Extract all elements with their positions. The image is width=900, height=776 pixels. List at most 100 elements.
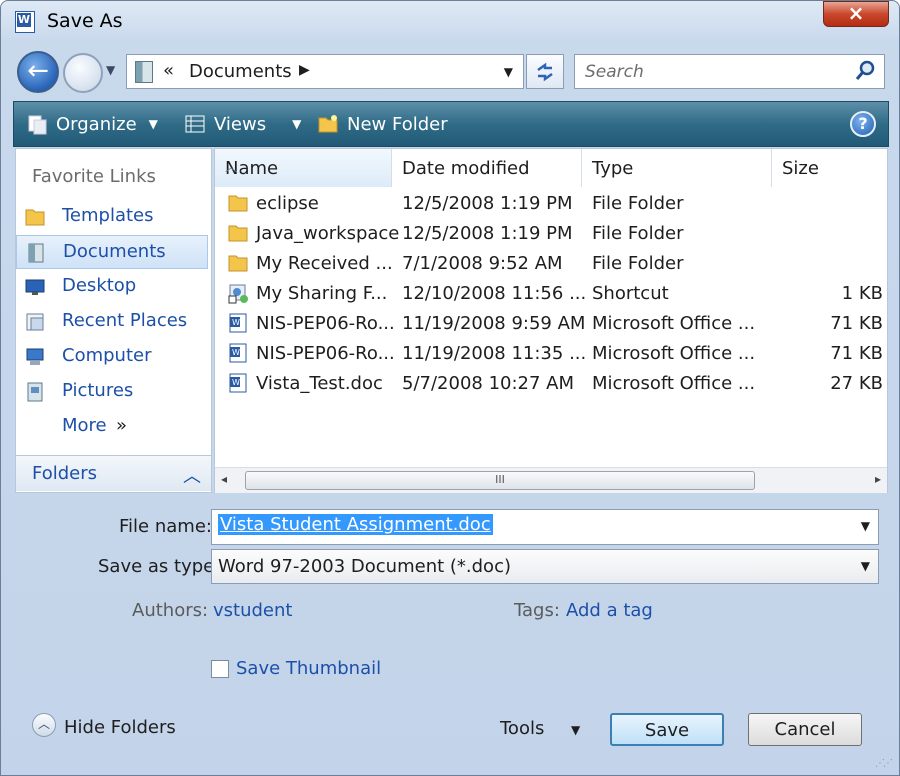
file-name-value[interactable]: Vista Student Assignment.doc bbox=[218, 514, 493, 535]
file-name-cell: NIS-PEP06-Ro... bbox=[256, 313, 395, 334]
sidebar-item-computer[interactable]: Computer bbox=[16, 340, 208, 374]
refresh-button[interactable] bbox=[526, 54, 564, 89]
views-button[interactable]: Views ▼ bbox=[184, 113, 301, 135]
documents-icon bbox=[135, 61, 153, 83]
sidebar-item-label: Templates bbox=[62, 205, 154, 226]
sidebar-item-templates[interactable]: Templates bbox=[16, 200, 208, 234]
sidebar-item-more[interactable]: More » bbox=[16, 410, 208, 444]
help-button[interactable]: ? bbox=[850, 111, 876, 137]
sidebar-item-label: Computer bbox=[62, 345, 152, 366]
file-date-cell: 11/19/2008 9:59 AM bbox=[402, 313, 586, 334]
file-name-cell: NIS-PEP06-Ro... bbox=[256, 343, 395, 364]
search-input[interactable]: Search bbox=[585, 62, 644, 82]
computer-icon bbox=[26, 348, 44, 365]
save-type-select[interactable]: Word 97-2003 Document (*.doc) ▼ bbox=[211, 549, 879, 584]
sidebar-item-recent-places[interactable]: Recent Places bbox=[16, 305, 208, 339]
file-date-cell: 12/5/2008 1:19 PM bbox=[402, 223, 573, 244]
svg-text:W: W bbox=[232, 378, 240, 387]
file-row[interactable]: eclipse 12/5/2008 1:19 PM File Folder bbox=[215, 189, 887, 219]
file-date-cell: 7/1/2008 9:52 AM bbox=[402, 253, 563, 274]
sidebar-item-label: Documents bbox=[63, 241, 166, 262]
sort-ascending-icon: ︿ bbox=[225, 160, 238, 174]
back-button[interactable]: ← bbox=[17, 51, 59, 93]
save-type-dropdown-icon[interactable]: ▼ bbox=[861, 559, 870, 573]
folder-icon bbox=[228, 225, 248, 242]
sidebar-item-desktop[interactable]: Desktop bbox=[16, 270, 208, 304]
column-header-name[interactable]: Name ︿ bbox=[215, 149, 392, 187]
save-thumbnail-checkbox[interactable] bbox=[211, 660, 229, 678]
views-icon bbox=[185, 115, 205, 133]
save-thumbnail-label[interactable]: Save Thumbnail bbox=[236, 658, 381, 679]
folder-icon bbox=[228, 255, 248, 272]
file-row[interactable]: My Received ... 7/1/2008 9:52 AM File Fold… bbox=[215, 249, 887, 279]
column-header-type[interactable]: Type bbox=[582, 149, 772, 187]
path-arrow-icon[interactable]: ▶ bbox=[299, 62, 310, 78]
new-folder-button[interactable]: New Folder bbox=[317, 113, 448, 135]
desktop-icon bbox=[25, 279, 45, 295]
file-name-dropdown-icon[interactable]: ▼ bbox=[861, 519, 870, 533]
organize-icon bbox=[28, 115, 47, 135]
cancel-button[interactable]: Cancel bbox=[748, 713, 862, 746]
file-name-cell: eclipse bbox=[256, 193, 319, 214]
file-date-cell: 12/5/2008 1:19 PM bbox=[402, 193, 573, 214]
search-box[interactable]: Search bbox=[574, 54, 885, 89]
folders-label: Folders bbox=[32, 463, 98, 484]
horizontal-scrollbar[interactable]: ◂ III ▸ bbox=[215, 467, 887, 493]
word-doc-icon: W bbox=[229, 313, 247, 333]
save-type-value: Word 97-2003 Document (*.doc) bbox=[218, 556, 511, 577]
scroll-thumb[interactable]: III bbox=[245, 471, 755, 490]
views-caret-icon: ▼ bbox=[292, 117, 302, 131]
file-type-cell: File Folder bbox=[592, 223, 684, 244]
address-dropdown-icon[interactable]: ▼ bbox=[504, 65, 513, 79]
authors-field[interactable]: vstudent bbox=[213, 600, 292, 621]
file-size-cell: 71 KB bbox=[830, 313, 883, 334]
file-type-cell: Microsoft Office ... bbox=[592, 373, 756, 394]
file-row[interactable]: W NIS-PEP06-Ro... 11/19/2008 9:59 AM Micros… bbox=[215, 309, 887, 339]
documents-icon bbox=[28, 243, 44, 263]
file-row[interactable]: W Vista_Test.doc 5/7/2008 10:27 AM Microsof… bbox=[215, 369, 887, 399]
authors-label: Authors: bbox=[132, 600, 209, 621]
tags-field[interactable]: Add a tag bbox=[566, 600, 653, 621]
save-button[interactable]: Save bbox=[610, 713, 724, 746]
file-row[interactable]: W NIS-PEP06-Ro... 11/19/2008 11:35 ... Micr… bbox=[215, 339, 887, 369]
tags-label: Tags: bbox=[514, 600, 560, 621]
window-title: Save As bbox=[47, 10, 123, 32]
organize-label: Organize bbox=[56, 113, 137, 135]
file-row[interactable]: My Sharing F... 12/10/2008 11:56 ... Short… bbox=[215, 279, 887, 309]
chevron-up-icon[interactable]: ︿ bbox=[32, 713, 56, 737]
command-toolbar: Organize ▼ Views ▼ New Folder ? bbox=[13, 101, 889, 147]
file-type-cell: File Folder bbox=[592, 193, 684, 214]
file-row[interactable]: Java_workspace 12/5/2008 1:19 PM File Fold… bbox=[215, 219, 887, 249]
recent-places-icon bbox=[26, 313, 44, 331]
hide-folders-button[interactable]: Hide Folders bbox=[64, 717, 176, 738]
file-name-cell: Java_workspace bbox=[256, 223, 400, 244]
folders-toggle[interactable]: Folders ︿ bbox=[16, 455, 211, 491]
resize-grip-icon[interactable]: ⋰⋰ bbox=[875, 758, 893, 769]
word-doc-icon: W bbox=[229, 343, 247, 363]
file-size-cell: 71 KB bbox=[830, 343, 883, 364]
organize-caret-icon: ▼ bbox=[148, 117, 158, 131]
address-bar[interactable]: « Documents ▶ ▼ bbox=[126, 54, 524, 89]
recent-pages-dropdown[interactable]: ▼ bbox=[106, 63, 115, 77]
word-app-icon bbox=[15, 11, 35, 33]
file-name-cell: My Received ... bbox=[256, 253, 393, 274]
column-header-label: Size bbox=[782, 158, 819, 179]
sidebar-item-pictures[interactable]: Pictures bbox=[16, 375, 208, 409]
search-icon[interactable] bbox=[854, 60, 876, 82]
scroll-left-icon[interactable]: ◂ bbox=[221, 472, 227, 486]
address-path[interactable]: Documents bbox=[189, 61, 292, 82]
address-overflow-chevron[interactable]: « bbox=[163, 60, 174, 81]
organize-button[interactable]: Organize ▼ bbox=[26, 113, 158, 135]
forward-button[interactable] bbox=[63, 53, 103, 93]
file-name-cell: Vista_Test.doc bbox=[256, 373, 383, 394]
file-name-field[interactable]: Vista Student Assignment.doc ▼ bbox=[211, 509, 879, 545]
tools-button[interactable]: Tools bbox=[500, 718, 544, 739]
close-button[interactable]: × bbox=[823, 1, 889, 27]
column-header-date-modified[interactable]: Date modified bbox=[392, 149, 582, 187]
title-bar: Save As × bbox=[1, 1, 899, 41]
scroll-right-icon[interactable]: ▸ bbox=[875, 472, 881, 486]
column-header-label: Date modified bbox=[402, 158, 530, 179]
sidebar-item-documents[interactable]: Documents bbox=[16, 235, 208, 269]
column-header-size[interactable]: Size bbox=[772, 149, 887, 187]
tools-caret-icon[interactable]: ▼ bbox=[571, 723, 580, 737]
